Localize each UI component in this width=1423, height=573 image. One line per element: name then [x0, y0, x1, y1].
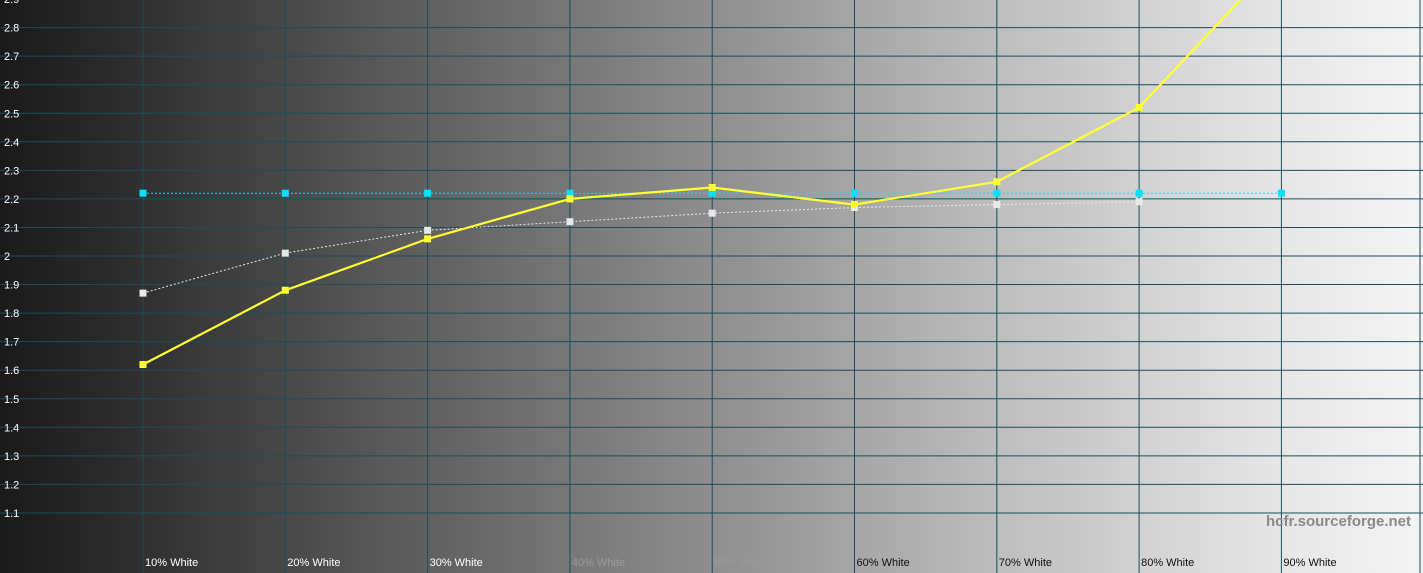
x-tick-label: 10% White — [145, 557, 198, 569]
x-tick-label: 90% White — [1283, 557, 1336, 569]
y-tick-label: 1.6 — [4, 365, 19, 377]
data-point-fit — [1135, 198, 1143, 206]
data-point-fit — [281, 249, 289, 257]
y-tick-label: 1.4 — [4, 422, 19, 434]
data-point-measured — [139, 360, 147, 368]
data-point-measured — [1135, 104, 1143, 112]
data-point-fit — [566, 218, 574, 226]
x-axis-ticks: 10% White 20% White 30% White 40% White 50% … — [145, 557, 1337, 569]
x-tick-label: 20% White — [287, 557, 340, 569]
data-point-measured — [566, 195, 574, 203]
y-tick-label: 2.8 — [4, 23, 19, 35]
y-tick-label: 2.7 — [4, 51, 19, 63]
y-tick-label: 1.7 — [4, 337, 19, 349]
y-tick-label: 2.2 — [4, 194, 19, 206]
x-tick-label: 70% White — [999, 557, 1052, 569]
x-tick-label: 60% White — [857, 557, 910, 569]
y-tick-label: 1.5 — [4, 394, 19, 406]
y-tick-label: 2.1 — [4, 222, 19, 234]
data-point-measured — [424, 235, 432, 243]
data-point-reference — [424, 189, 432, 197]
y-tick-label: 1.9 — [4, 280, 19, 292]
watermark: hcfr.sourceforge.net — [1266, 513, 1411, 530]
data-point-reference — [1277, 189, 1285, 197]
x-tick-label: 80% White — [1141, 557, 1194, 569]
data-point-measured — [708, 183, 716, 191]
y-tick-label: 1.3 — [4, 451, 19, 463]
data-point-fit — [139, 289, 147, 297]
y-tick-label: 2.5 — [4, 108, 19, 120]
data-point-fit — [993, 201, 1001, 209]
data-point-reference — [993, 189, 1001, 197]
data-point-measured — [993, 178, 1001, 186]
data-point-measured — [281, 286, 289, 294]
x-tick-label: 30% White — [430, 557, 483, 569]
data-point-measured — [851, 201, 858, 209]
plot-background — [0, 0, 1423, 573]
data-point-reference — [281, 189, 289, 197]
data-point-reference — [139, 189, 147, 197]
y-tick-label: 2.9 — [4, 0, 19, 6]
gamma-chart: 1.1 1.2 1.3 1.4 1.5 1.6 1.7 1.8 1.9 2 2.1 2.2 2.3 2.4… — [0, 0, 1423, 573]
x-tick-label: 50% White — [714, 557, 767, 569]
y-tick-label: 2.4 — [4, 137, 19, 149]
y-tick-label: 1.8 — [4, 308, 19, 320]
gamma-chart-svg: 1.1 1.2 1.3 1.4 1.5 1.6 1.7 1.8 1.9 2 2.1 2.2 2.3 2.4… — [0, 0, 1423, 573]
data-point-reference — [1135, 189, 1143, 197]
y-tick-label: 2.3 — [4, 165, 19, 177]
y-tick-label: 2.6 — [4, 80, 19, 92]
y-tick-label: 1.2 — [4, 479, 19, 491]
data-point-reference — [851, 189, 858, 197]
y-tick-label: 2 — [4, 251, 10, 263]
x-tick-label: 40% White — [572, 557, 625, 569]
data-point-fit — [708, 209, 716, 217]
data-point-fit — [424, 226, 432, 234]
y-tick-label: 1.1 — [4, 508, 19, 520]
